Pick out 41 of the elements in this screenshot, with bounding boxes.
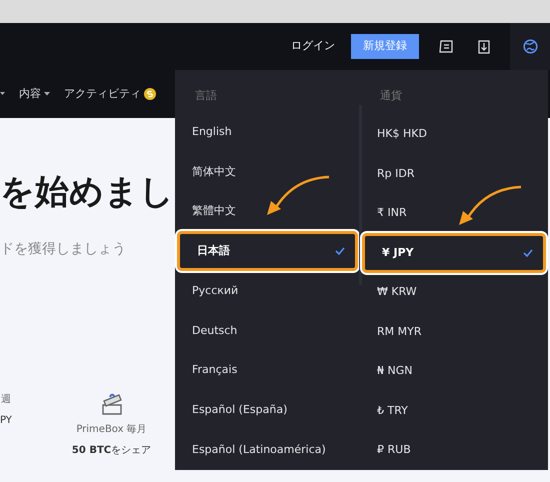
checkmark-icon xyxy=(523,249,533,258)
curved-arrow xyxy=(265,175,331,217)
globe-button[interactable] xyxy=(510,23,550,70)
document-icon[interactable] xyxy=(439,40,453,53)
menu-item[interactable]: Español (Latinoamérica) xyxy=(175,430,360,470)
menu-item[interactable]: ₩ KRW xyxy=(360,272,548,312)
menu-item[interactable]: ₹ INR xyxy=(360,194,548,234)
gift-box-icon xyxy=(100,392,124,416)
menu-item[interactable]: RM MYR xyxy=(360,312,548,352)
menu-item[interactable]: 日本語 xyxy=(177,231,358,272)
caret-icon[interactable] xyxy=(0,92,5,96)
caret-icon xyxy=(44,92,50,96)
globe-icon xyxy=(522,39,538,54)
menu-item[interactable]: ₽ RUB xyxy=(360,430,548,470)
hero-title: を始めまし xyxy=(0,175,174,209)
nav-menu[interactable]: 内容 xyxy=(19,86,50,102)
menu-item[interactable]: Deutsch xyxy=(175,311,360,351)
menu-item[interactable]: Русский xyxy=(175,271,360,312)
nav-link[interactable]: アクティビティ xyxy=(64,86,156,102)
checkmark-icon xyxy=(335,247,345,256)
column-heading: 言語 xyxy=(194,88,218,104)
menu-item[interactable]: 繁體中文 xyxy=(175,192,360,232)
menu-item[interactable]: ₺ TRY xyxy=(360,391,548,431)
menu-item[interactable]: 简体中文 xyxy=(175,152,360,192)
login-link[interactable]: ログイン xyxy=(291,38,335,55)
menu-item[interactable]: Español (España) xyxy=(175,390,360,430)
feature-label: PrimeBox 毎月 xyxy=(76,423,147,437)
download-icon[interactable] xyxy=(478,40,490,54)
menu-item[interactable]: Rp IDR xyxy=(360,154,548,194)
hero-subtitle: ドを獲得しましょう xyxy=(0,240,126,259)
coin-icon xyxy=(144,88,156,100)
curved-arrow xyxy=(457,185,523,227)
menu-item[interactable]: ₦ NGN xyxy=(360,352,548,392)
feature-label: 週 xyxy=(0,393,11,407)
menu-item[interactable]: HK$ HKD xyxy=(360,114,548,154)
feature-value: PY xyxy=(0,414,12,428)
menu-item[interactable]: English xyxy=(175,112,360,152)
menu-item[interactable]: ¥ JPY xyxy=(362,233,546,273)
menu-item[interactable]: Français xyxy=(175,350,360,391)
feature-value: 50 BTCをシェア xyxy=(72,444,152,458)
column-heading: 通貨 xyxy=(379,88,403,104)
